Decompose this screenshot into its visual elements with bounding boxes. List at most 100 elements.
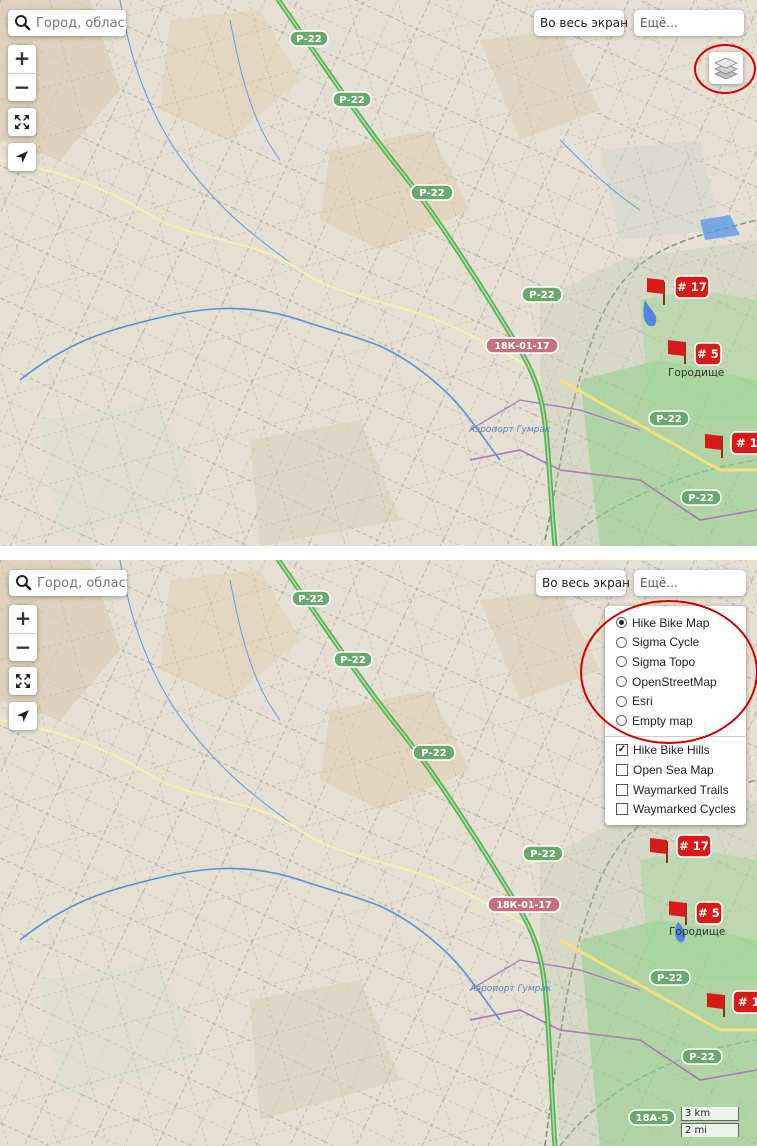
- road-badge-label: 18А-5: [636, 1113, 669, 1124]
- radio-button[interactable]: [616, 656, 627, 668]
- town-label: Городище: [668, 367, 724, 379]
- marker-badge[interactable]: # 17: [674, 275, 710, 299]
- marker-badge[interactable]: # 5: [694, 342, 722, 366]
- overlay-label: Hike Bike Hills: [633, 743, 710, 758]
- more-button[interactable]: Ещё...: [634, 570, 746, 596]
- base-layer-label: Sigma Cycle: [632, 635, 700, 650]
- checkbox[interactable]: [616, 803, 628, 816]
- road-badge: Р-22: [333, 651, 373, 668]
- search-icon: [15, 15, 31, 31]
- base-layer-label: OpenStreetMap: [632, 674, 717, 689]
- base-layer-option[interactable]: Esri: [605, 691, 746, 711]
- base-layer-label: Hike Bike Map: [632, 615, 710, 630]
- road-badge: Р-22: [410, 184, 454, 201]
- map-panel-top[interactable]: Р-22 Р-22 Р-22 Р-22 18К-01-17 Р-22 Р-22 …: [0, 0, 757, 546]
- more-button[interactable]: Ещё...: [634, 10, 744, 36]
- road-badge: 18К-01-17: [485, 337, 559, 354]
- base-layer-option[interactable]: Sigma Cycle: [605, 633, 746, 653]
- expand-icon: [16, 674, 30, 688]
- marker-flag[interactable]: [668, 340, 686, 364]
- checkbox[interactable]: [616, 783, 628, 796]
- fullscreen-button[interactable]: Во весь экран: [534, 10, 628, 36]
- search-input[interactable]: [35, 575, 127, 591]
- map-panel-bottom[interactable]: Р-22 Р-22 Р-22 Р-22 18К-01-17 Р-22 Р-22 …: [0, 560, 757, 1146]
- map-labels-layer: Р-22 Р-22 Р-22 Р-22 18К-01-17 Р-22 Р-22 …: [289, 30, 757, 506]
- marker-flag[interactable]: [707, 993, 725, 1017]
- overlay-option[interactable]: ✓ Hike Bike Hills: [605, 741, 746, 761]
- base-layer-label: Empty map: [632, 713, 693, 728]
- road-badge: Р-22: [681, 1048, 723, 1065]
- marker-badge[interactable]: # 1: [732, 990, 757, 1014]
- marker-badge[interactable]: # 5: [695, 901, 723, 925]
- overlay-option[interactable]: Open Sea Map: [605, 760, 746, 780]
- road-badge-label: 18К-01-17: [494, 341, 549, 352]
- radio-button[interactable]: [616, 636, 627, 648]
- navigation-arrow-icon: [17, 710, 29, 722]
- marker-flag[interactable]: [705, 434, 723, 458]
- overlay-option[interactable]: Waymarked Trails: [605, 780, 746, 800]
- checkbox[interactable]: [616, 763, 628, 776]
- scale-bar-metric: 3 km: [681, 1107, 739, 1121]
- layers-button[interactable]: [709, 52, 743, 84]
- locate-button[interactable]: [8, 143, 36, 171]
- base-layer-label: Esri: [632, 694, 653, 709]
- road-badge-label: Р-22: [530, 849, 555, 860]
- overlay-label: Waymarked Trails: [633, 782, 729, 797]
- radio-button[interactable]: [616, 715, 627, 727]
- marker-label: # 5: [698, 906, 720, 920]
- road-badge: Р-22: [521, 286, 563, 303]
- zoom-out-button[interactable]: −: [9, 633, 37, 661]
- marker-flag[interactable]: [647, 278, 665, 305]
- overlay-label: Waymarked Cycles: [633, 802, 736, 817]
- marker-flag[interactable]: [650, 838, 668, 863]
- base-layer-option[interactable]: Sigma Topo: [605, 652, 746, 672]
- marker-label: # 17: [679, 839, 709, 853]
- radio-button[interactable]: [616, 617, 627, 629]
- layer-switcher-menu: Hike Bike Map Sigma Cycle Sigma Topo Ope…: [605, 606, 746, 825]
- road-badge: Р-22: [649, 969, 691, 986]
- search-input[interactable]: [34, 15, 126, 31]
- locate-button[interactable]: [9, 702, 37, 730]
- road-badge-label: Р-22: [298, 594, 323, 605]
- base-layer-label: Sigma Topo: [632, 654, 696, 669]
- scale-bar-imperial: 2 mi: [681, 1123, 739, 1137]
- road-badge-label: Р-22: [421, 748, 446, 759]
- fit-bounds-button[interactable]: [9, 667, 37, 695]
- radio-button[interactable]: [616, 695, 627, 707]
- road-badge-label: Р-22: [657, 973, 682, 984]
- road-badge: 18К-01-17: [487, 896, 561, 913]
- navigation-arrow-icon: [16, 151, 28, 163]
- marker-badge[interactable]: # 17: [676, 834, 712, 858]
- zoom-in-button[interactable]: +: [9, 605, 37, 633]
- zoom-control: + −: [9, 605, 37, 661]
- marker-label: # 5: [697, 347, 719, 361]
- airport-label: Аэропорт Гумрак: [468, 425, 551, 435]
- road-badge: Р-22: [332, 91, 372, 108]
- road-badge-label: Р-22: [340, 655, 365, 666]
- zoom-out-button[interactable]: −: [8, 73, 36, 101]
- base-layer-option[interactable]: OpenStreetMap: [605, 672, 746, 692]
- search-box[interactable]: [9, 570, 127, 596]
- road-badge: Р-22: [522, 845, 564, 862]
- search-box[interactable]: [8, 10, 126, 36]
- checkbox[interactable]: ✓: [616, 744, 628, 757]
- road-badge-label: 18К-01-17: [496, 900, 551, 911]
- base-layer-option[interactable]: Hike Bike Map: [605, 613, 746, 633]
- road-badge-label: Р-22: [296, 34, 321, 45]
- road-badge: 18А-5: [628, 1109, 676, 1126]
- marker-label: # 17: [677, 280, 707, 294]
- base-layer-option[interactable]: Empty map: [605, 711, 746, 731]
- menu-divider: [605, 735, 746, 737]
- marker-flag[interactable]: [669, 901, 687, 925]
- road-badge-label: Р-22: [688, 493, 713, 504]
- marker-label: # 1: [738, 995, 757, 1009]
- overlay-option[interactable]: Waymarked Cycles: [605, 799, 746, 819]
- layers-icon: [714, 57, 738, 80]
- road-badge-label: Р-22: [689, 1052, 714, 1063]
- zoom-in-button[interactable]: +: [8, 45, 36, 73]
- fullscreen-button[interactable]: Во весь экран: [536, 570, 630, 596]
- radio-button[interactable]: [616, 676, 627, 688]
- fit-bounds-button[interactable]: [8, 108, 36, 136]
- marker-badge[interactable]: # 1: [730, 431, 757, 455]
- zoom-control: + −: [8, 45, 36, 101]
